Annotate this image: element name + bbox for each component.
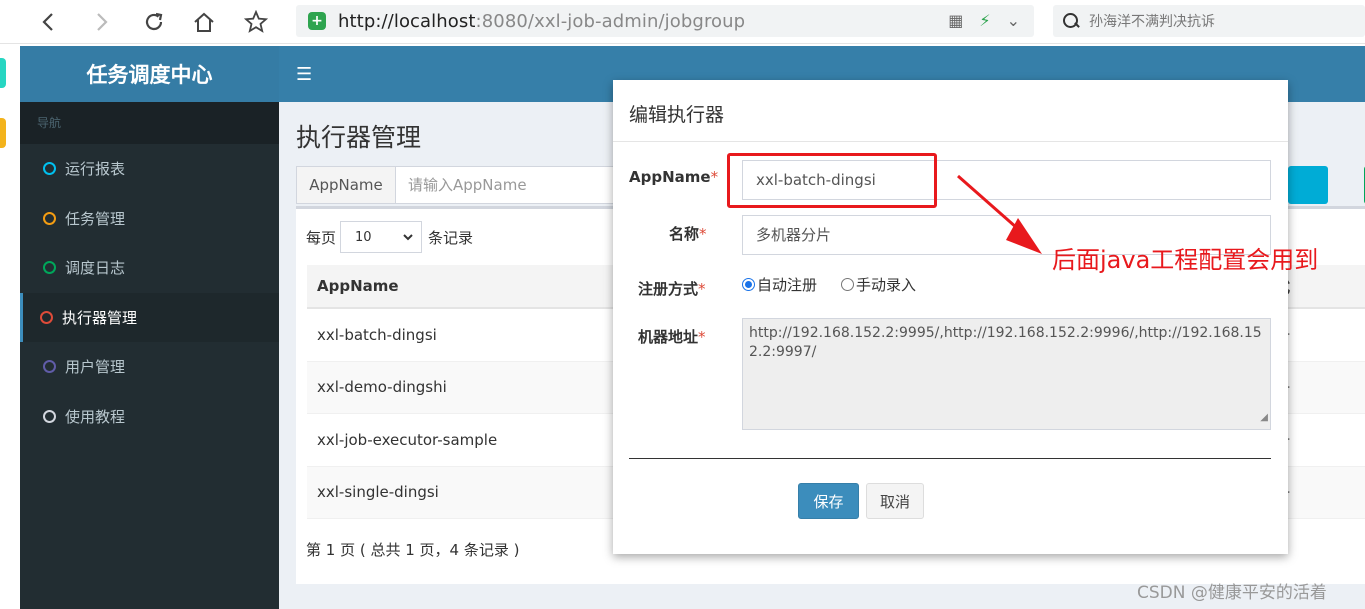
annotation-text: 后面java工程配置会用到 xyxy=(1052,246,1319,274)
address-bar[interactable]: + http://localhost:8080/xxl-job-admin/jo… xyxy=(296,5,1034,37)
side-tab-teal[interactable] xyxy=(0,58,6,88)
resize-handle-icon[interactable]: ◢ xyxy=(1260,408,1268,427)
search-icon xyxy=(1061,11,1081,31)
sidebar-item-logs[interactable]: 调度日志 xyxy=(20,243,279,293)
page-length-select[interactable]: 10 xyxy=(340,221,423,253)
pagination-info: 第 1 页 ( 总共 1 页，4 条记录 ) xyxy=(306,541,520,559)
menu-toggle-icon[interactable]: ☰ xyxy=(296,64,312,85)
edit-executor-modal: 编辑执行器 AppName* xxl-batch-dingsi 名称* 多机器分… xyxy=(613,80,1288,554)
register-type-group: 自动注册 手动录入 xyxy=(742,274,916,295)
browser-search-box[interactable]: 孙海洋不满判决抗诉 xyxy=(1053,5,1365,37)
sidebar-item-jobs[interactable]: 任务管理 xyxy=(20,194,279,244)
address-textarea[interactable]: http://192.168.152.2:9995/,http://192.16… xyxy=(742,318,1271,430)
page-length-control: 每页 10 条记录 xyxy=(306,221,473,253)
reload-icon[interactable] xyxy=(140,8,168,36)
side-tab-yellow[interactable] xyxy=(0,118,6,148)
browser-side-strip xyxy=(0,44,20,609)
appname-label: AppName* xyxy=(629,168,719,186)
sidebar-item-executors[interactable]: 执行器管理 xyxy=(20,292,279,342)
lightning-icon[interactable]: ⚡ xyxy=(979,11,990,30)
circle-icon xyxy=(43,211,56,225)
sidebar-item-report[interactable]: 运行报表 xyxy=(20,144,279,194)
circle-icon xyxy=(43,360,56,374)
appname-search-label: AppName xyxy=(296,166,396,204)
sidebar-item-help[interactable]: 使用教程 xyxy=(20,392,279,442)
browser-toolbar: + http://localhost:8080/xxl-job-admin/jo… xyxy=(0,0,1365,44)
radio-auto-register[interactable] xyxy=(742,278,755,291)
app-logo[interactable]: 任务调度中心 xyxy=(20,46,279,102)
page-title: 执行器管理 xyxy=(296,123,422,152)
modal-footer-divider xyxy=(629,458,1271,459)
radio-manual-register[interactable] xyxy=(841,278,855,291)
qr-code-icon[interactable]: ▦ xyxy=(948,11,963,30)
name-label: 名称* xyxy=(669,225,707,243)
bookmark-star-icon[interactable] xyxy=(242,8,270,36)
chevron-down-icon[interactable]: ⌄ xyxy=(1007,11,1020,30)
modal-divider xyxy=(613,141,1288,142)
sidebar-item-users[interactable]: 用户管理 xyxy=(20,342,279,392)
secure-shield-icon: + xyxy=(308,12,326,30)
sidebar-nav-header: 导航 xyxy=(20,102,279,144)
register-type-label: 注册方式* xyxy=(638,280,706,298)
back-icon[interactable] xyxy=(34,8,62,36)
browser-search-placeholder: 孙海洋不满判决抗诉 xyxy=(1089,14,1215,30)
column-header-appname[interactable]: AppName xyxy=(317,277,399,295)
save-button[interactable]: 保存 xyxy=(798,483,859,519)
circle-icon xyxy=(43,261,56,275)
annotation-arrow-icon xyxy=(957,174,1042,254)
chevron-down-icon xyxy=(403,233,413,240)
annotation-highlight-box xyxy=(727,153,937,208)
circle-icon xyxy=(43,409,56,423)
url-text: http://localhost:8080/xxl-job-admin/jobg… xyxy=(338,10,746,32)
circle-icon xyxy=(43,162,56,176)
circle-icon xyxy=(40,310,53,324)
modal-title: 编辑执行器 xyxy=(629,104,725,126)
watermark: CSDN @健康平安的活着 xyxy=(1137,583,1327,603)
search-button[interactable] xyxy=(1288,166,1328,204)
cancel-button[interactable]: 取消 xyxy=(866,483,924,519)
forward-icon[interactable] xyxy=(88,8,116,36)
home-icon[interactable] xyxy=(190,8,218,36)
sidebar: 导航 运行报表 任务管理 调度日志 执行器管理 用户管理 使用教程 xyxy=(20,102,279,609)
address-label: 机器地址* xyxy=(638,328,706,346)
